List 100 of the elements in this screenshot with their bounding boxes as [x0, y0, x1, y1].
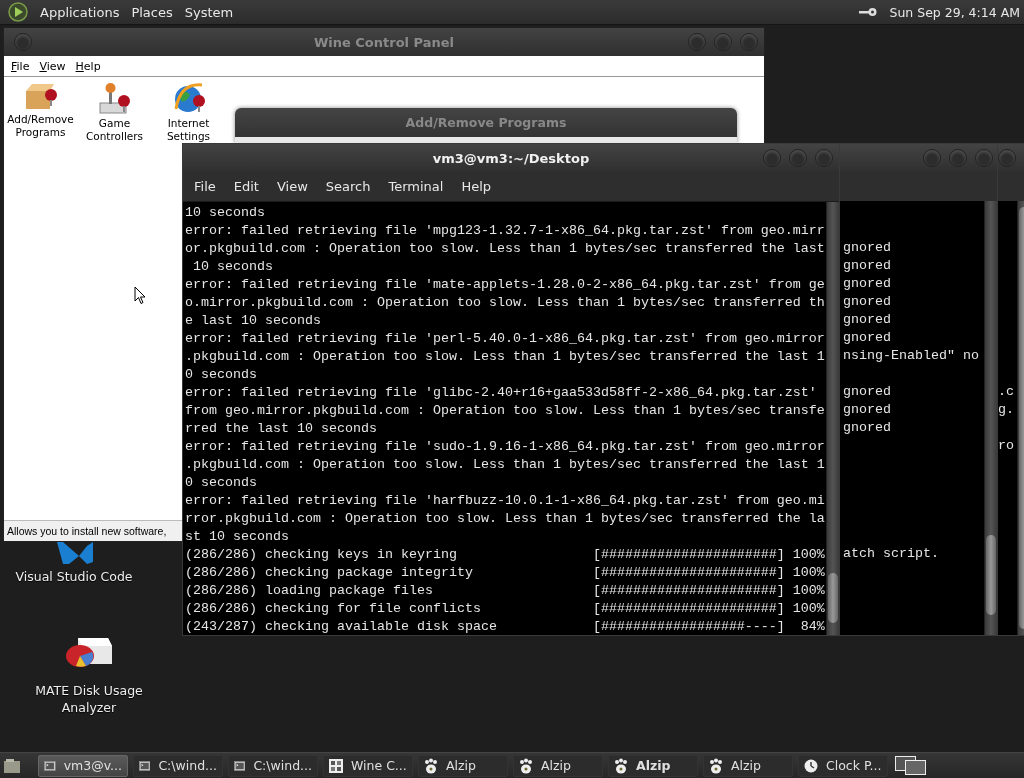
terminal-line: 10 seconds — [192, 258, 274, 276]
terminal-line: o.mirror.pkgbuild.com : Operation too slow. Less than 1 bytes/sec transferred th — [185, 294, 826, 312]
joystick-icon[interactable] — [97, 81, 132, 115]
terminal-line: from geo.mirror.pkgbuild.com : Operation too slow. Less than 1 bytes/sec transfe — [185, 402, 826, 420]
terminal-line: ro — [998, 437, 1015, 455]
show-desktop-icon[interactable] — [3, 757, 21, 774]
terminal-line: gnored — [843, 293, 892, 311]
terminal-line: gnored — [843, 383, 892, 401]
menu-item[interactable]: Terminal — [379, 179, 453, 194]
terminal-line: 0 seconds — [185, 366, 258, 384]
clock-icon — [804, 758, 818, 773]
terminal-line: 0 seconds — [185, 474, 258, 492]
panel-menu[interactable]: Places — [125, 4, 179, 20]
terminal-line: gnored — [843, 239, 892, 257]
paw-icon — [709, 757, 723, 774]
menu-item[interactable]: File — [185, 179, 225, 194]
close-button[interactable] — [998, 149, 1016, 167]
taskbar-button[interactable]: Alzip — [608, 754, 698, 777]
minimize-button[interactable] — [688, 33, 706, 51]
terminal-icon — [234, 759, 246, 772]
taskbar-button[interactable]: Alzip — [418, 754, 508, 777]
terminal-line: atch script. — [843, 545, 940, 563]
panel-menu[interactable]: System — [178, 4, 240, 20]
applet-label[interactable]: Add/Remove Programs — [5, 113, 76, 139]
panel-menu[interactable]: Applications — [34, 4, 126, 20]
terminal-icon — [139, 759, 151, 772]
paw-icon — [519, 757, 533, 774]
logo-icon[interactable] — [8, 2, 28, 22]
taskbar-button[interactable]: C:\wind... — [133, 754, 223, 777]
package-box-icon[interactable] — [23, 81, 58, 111]
terminal-line: (243/287) checking available disk space [##################----] 84% — [185, 618, 826, 635]
terminal-line: gnored — [843, 401, 892, 419]
terminal-line: (286/286) checking for file conflicts [######################] 100% — [185, 600, 826, 618]
close-button[interactable] — [975, 149, 993, 167]
close-button[interactable] — [740, 33, 758, 51]
mouse-pointer-icon — [134, 286, 146, 305]
terminal-line: error: failed retrieving file 'sudo-1.9.16-1-x86_64.pkg.tar.zst' from geo.mirror — [185, 438, 826, 456]
terminal-line: g. — [998, 401, 1015, 419]
taskbar-button[interactable]: Alzip — [703, 754, 793, 777]
key-icon[interactable] — [859, 7, 878, 17]
workspace-switcher-icon[interactable] — [895, 755, 927, 776]
clock[interactable]: Sun Sep 29, 4:14 AM — [889, 4, 1020, 20]
maximize-button[interactable] — [789, 149, 807, 167]
terminal-line: e last 10 seconds — [185, 312, 322, 330]
paw-icon — [424, 757, 438, 774]
terminal-line: error: failed retrieving file 'mate-applets-1.28.0-2-x86_64.pkg.tar.zst' from ge — [185, 276, 826, 294]
terminal-line: gnored — [843, 311, 892, 329]
minimize-button[interactable] — [763, 149, 781, 167]
taskbar-button[interactable]: Clock P... — [798, 754, 888, 777]
terminal-line: or.pkgbuild.com : Operation too slow. Less than 1 bytes/sec transferred the last — [185, 240, 826, 258]
terminal-line: nsing-Enabled" no — [843, 347, 980, 365]
terminal-line: error: failed retrieving file 'perl-5.40.0-1-x86_64.pkg.tar.zst' from geo.mirror — [185, 330, 826, 348]
window-grid-icon — [329, 758, 343, 773]
taskbar-button[interactable]: vm3@v... — [38, 754, 128, 777]
applet-label[interactable]: Internet Settings — [153, 117, 224, 143]
menu-item[interactable]: Search — [316, 179, 380, 194]
menu-item[interactable]: View — [267, 179, 317, 194]
menu-item[interactable]: View — [34, 59, 71, 73]
terminal-line: gnored — [843, 257, 892, 275]
paw-icon — [614, 757, 628, 774]
terminal-line: error: failed retrieving file 'mpg123-1.32.7-1-x86_64.pkg.tar.zst' from geo.mirr — [185, 222, 826, 240]
terminal-line: (286/286) loading package files [######################] 100% — [185, 582, 826, 600]
terminal-line: rred the last 10 seconds — [185, 420, 378, 438]
desktop-icon-label[interactable]: Visual Studio Code — [14, 568, 134, 585]
window-title: vm3@vm3:~/Desktop — [432, 150, 590, 166]
close-button[interactable] — [815, 149, 833, 167]
terminal-line: rror.pkgbuild.com : Operation too slow. Less than 1 bytes/sec transferred the la — [185, 510, 826, 528]
window-title: Add/Remove Programs — [405, 115, 567, 130]
scrollbar[interactable] — [984, 201, 997, 635]
terminal-line: gnored — [843, 419, 892, 437]
terminal-line: (286/286) checking keys in keyring [######################] 100% — [185, 546, 826, 564]
menu-item[interactable]: Edit — [224, 179, 268, 194]
taskbar-button[interactable]: Wine C... — [323, 754, 413, 777]
terminal-line: .c — [998, 383, 1015, 401]
terminal-line: .pkgbuild.com : Operation too slow. Less than 1 bytes/sec transferred the last 1 — [185, 456, 826, 474]
desktop-icon-label[interactable]: MATE Disk Usage Analyzer — [29, 682, 149, 716]
scrollbar-thumb[interactable] — [828, 573, 838, 623]
window-menu-button[interactable] — [14, 33, 32, 51]
terminal-line: 10 seconds — [185, 204, 266, 222]
scrollbar-thumb[interactable] — [986, 535, 996, 615]
maximize-button[interactable] — [714, 33, 732, 51]
terminal-line: gnored — [843, 275, 892, 293]
minimize-button[interactable] — [923, 149, 941, 167]
scrollbar[interactable] — [826, 202, 839, 635]
window-title: Wine Control Panel — [313, 34, 455, 50]
taskbar-button[interactable]: C:\wind... — [228, 754, 318, 777]
terminal-line: error: failed retrieving file 'harfbuzz-10.0.1-1-x86_64.pkg.tar.zst' from geo.mi — [185, 492, 826, 510]
menu-item[interactable]: Help — [452, 179, 501, 194]
menu-item[interactable]: Help — [70, 59, 106, 73]
applet-label[interactable]: Game Controllers — [79, 117, 150, 143]
terminal-icon — [44, 759, 56, 772]
maximize-button[interactable] — [949, 149, 967, 167]
menu-item[interactable]: File — [6, 59, 35, 73]
terminal-line: .pkgbuild.com : Operation too slow. Less than 1 bytes/sec transferred the last 1 — [185, 348, 826, 366]
taskbar-button[interactable]: Alzip — [513, 754, 603, 777]
terminal-line: gnored — [843, 329, 892, 347]
terminal-line: (286/286) checking package integrity [######################] 100% — [185, 564, 826, 582]
terminal-line: error: failed retrieving file 'glibc-2.40+r16+gaa533d58ff-2-x86_64.pkg.tar.zst' — [185, 384, 818, 402]
terminal-line: st 10 seconds — [185, 528, 290, 546]
status-text: Allows you to install new software, — [7, 525, 167, 537]
